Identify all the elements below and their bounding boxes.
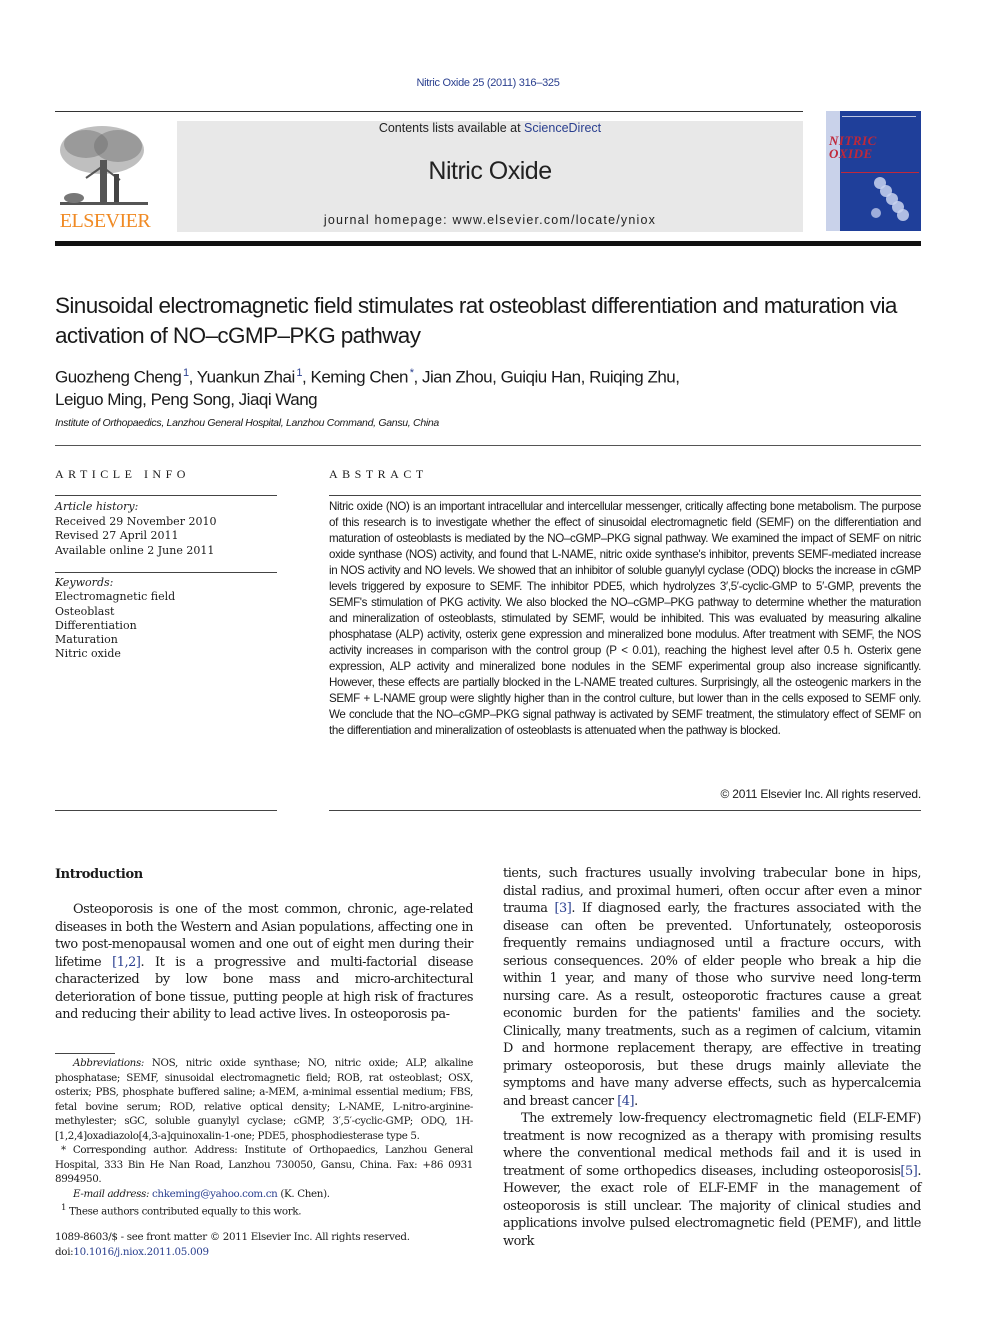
keyword-item: Electromagnetic field: [55, 590, 176, 604]
citation-link[interactable]: [3]: [554, 901, 571, 916]
journal-banner: Contents lists available at ScienceDirec…: [177, 121, 803, 232]
keyword-item: Maturation: [55, 633, 118, 647]
history-received: Received 29 November 2010: [55, 514, 217, 528]
email-label: E-mail address:: [73, 1187, 150, 1200]
issn-line: 1089-8603/$ - see front matter © 2011 El…: [55, 1231, 410, 1243]
body-column-right: tients, such fractures usually involving…: [503, 865, 921, 1250]
cover-subtitle-rule: [841, 172, 919, 173]
doi-prefix: doi:: [55, 1245, 74, 1258]
header-rule: [55, 111, 803, 112]
email-suffix: (K. Chen).: [277, 1187, 330, 1200]
citation-link[interactable]: [5]: [900, 1164, 917, 1179]
author-list: Guozheng Cheng 1, Yuankun Zhai 1, Keming…: [55, 367, 680, 409]
cover-molecule-icon: [871, 177, 909, 221]
equal-contribution-footnote: 1 These authors contributed equally to t…: [55, 1201, 473, 1219]
paragraph: tients, such fractures usually involving…: [503, 865, 921, 1110]
abbreviations-footnote: Abbreviations: NOS, nitric oxide synthas…: [55, 1056, 473, 1143]
equal-contribution-text: These authors contributed equally to thi…: [66, 1205, 302, 1218]
body-column-left: Osteoporosis is one of the most common, …: [55, 901, 473, 1024]
article-info-heading: ARTICLE INFO: [55, 467, 190, 481]
author-name[interactable]: Jian Zhou: [422, 368, 493, 387]
article-title: Sinusoidal electromagnetic field stimula…: [55, 293, 897, 348]
text-run: The extremely low-frequency electromagne…: [503, 1111, 921, 1179]
author-name[interactable]: Guiqiu Han: [501, 368, 582, 387]
doi-link[interactable]: 10.1016/j.niox.2011.05.009: [73, 1246, 209, 1258]
author-name[interactable]: Peng Song: [151, 390, 231, 409]
keyword-item: Differentiation: [55, 618, 137, 632]
keywords-rule: [55, 572, 277, 573]
author-name[interactable]: Leiguo Ming: [55, 390, 143, 409]
author-footnote-mark[interactable]: 1: [181, 367, 189, 379]
article-info-bottom-rule: [55, 810, 277, 811]
email-footnote: E-mail address: chkeming@yahoo.com.cn (K…: [55, 1187, 473, 1202]
text-run: . If diagnosed early, the fractures asso…: [503, 901, 922, 1109]
paragraph: The extremely low-frequency electromagne…: [503, 1110, 921, 1250]
footnotes: Abbreviations: NOS, nitric oxide synthas…: [55, 1056, 473, 1219]
author-name[interactable]: Keming Chen: [311, 368, 409, 387]
abstract-heading: ABSTRACT: [329, 467, 428, 481]
front-matter: 1089-8603/$ - see front matter © 2011 El…: [55, 1230, 410, 1259]
keyword-item: Nitric oxide: [55, 647, 121, 661]
abstract-text: Nitric oxide (NO) is an important intrac…: [329, 500, 921, 737]
footnote-rule: [55, 1053, 115, 1054]
keyword-item: Osteoblast: [55, 604, 115, 618]
paragraph: Osteoporosis is one of the most common, …: [55, 901, 473, 1024]
header-thick-rule: [55, 241, 921, 246]
author-footnote-mark[interactable]: 1: [295, 367, 302, 379]
abstract-copyright: © 2011 Elsevier Inc. All rights reserved…: [720, 787, 921, 801]
cover-title-line2: OXIDE: [829, 146, 873, 161]
contents-line: Contents lists available at ScienceDirec…: [177, 121, 803, 135]
citation-link[interactable]: [1,2]: [112, 955, 141, 970]
journal-citation[interactable]: Nitric Oxide 25 (2011) 316–325: [0, 77, 976, 89]
journal-cover-image: NITRIC OXIDE: [826, 111, 921, 231]
abbreviations-label: Abbreviations:: [73, 1057, 144, 1069]
affiliation: Institute of Orthopaedics, Lanzhou Gener…: [55, 417, 439, 429]
sciencedirect-link[interactable]: ScienceDirect: [524, 121, 601, 135]
article-info-rule: [55, 495, 277, 496]
abbreviations-text: NOS, nitric oxide synthase; NO, nitric o…: [55, 1057, 473, 1142]
article-history: Article history: Received 29 November 20…: [55, 500, 216, 558]
elsevier-wordmark: ELSEVIER: [59, 210, 151, 232]
cover-top-line: [842, 116, 916, 117]
abstract-rule: [329, 495, 921, 496]
journal-homepage[interactable]: journal homepage: www.elsevier.com/locat…: [177, 213, 803, 227]
author-name[interactable]: Yuankun Zhai: [197, 368, 295, 387]
author-name[interactable]: Ruiqing Zhu: [589, 368, 676, 387]
history-revised: Revised 27 April 2011: [55, 529, 179, 542]
history-online: Available online 2 June 2011: [55, 543, 215, 557]
contents-prefix: Contents lists available at: [378, 121, 525, 135]
history-label: Article history:: [55, 500, 139, 513]
keywords: Keywords: Electromagnetic field Osteobla…: [55, 576, 175, 662]
elsevier-tree-icon: [60, 126, 148, 205]
cover-side-strip: [826, 111, 840, 231]
elsevier-logo: ELSEVIER: [54, 120, 156, 232]
email-link[interactable]: chkeming@yahoo.com.cn: [152, 1188, 278, 1200]
text-run: .: [634, 1093, 638, 1109]
author-name[interactable]: Jiaqi Wang: [239, 390, 318, 409]
citation-link[interactable]: [4]: [617, 1094, 634, 1109]
corresponding-author-mark[interactable]: *: [408, 367, 414, 379]
keywords-label: Keywords:: [55, 576, 114, 589]
section-heading-introduction: Introduction: [55, 867, 143, 882]
abstract-bottom-rule: [329, 810, 921, 811]
journal-name: Nitric Oxide: [428, 157, 552, 185]
corresponding-author-footnote: * Corresponding author. Address: Institu…: [55, 1144, 473, 1185]
section-rule: [55, 445, 921, 446]
doi-line: doi:10.1016/j.niox.2011.05.009: [55, 1245, 410, 1260]
author-name[interactable]: Guozheng Cheng: [55, 368, 182, 387]
